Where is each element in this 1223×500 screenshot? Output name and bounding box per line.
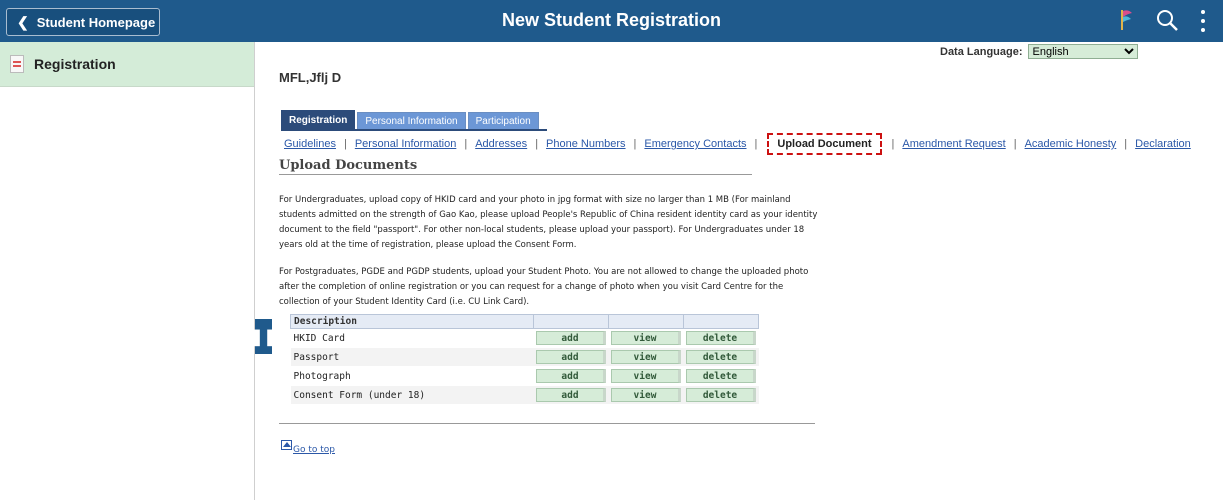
tab-personal-information[interactable]: Personal Information xyxy=(357,112,466,130)
student-name: MFL,Jflj D xyxy=(279,70,342,85)
data-language: Data Language: English xyxy=(940,44,1138,59)
section-title: Upload Documents xyxy=(279,158,418,173)
subnav-declaration[interactable]: Declaration xyxy=(1135,138,1191,150)
delete-button[interactable]: delete xyxy=(686,369,756,383)
main-content: Data Language: English MFL,Jflj D Regist… xyxy=(272,42,1223,500)
sub-navigation: Guidelines | Personal Information | Addr… xyxy=(284,133,1191,155)
document-icon xyxy=(10,55,24,73)
top-header-bar: ❮ Student Homepage New Student Registrat… xyxy=(0,0,1223,42)
subnav-phone-numbers[interactable]: Phone Numbers xyxy=(546,138,626,150)
tab-registration[interactable]: Registration xyxy=(281,110,356,130)
document-description: Consent Form (under 18) xyxy=(290,385,534,405)
subnav-addresses[interactable]: Addresses xyxy=(475,138,527,150)
subnav-emergency-contacts[interactable]: Emergency Contacts xyxy=(644,138,746,150)
delete-button[interactable]: delete xyxy=(686,331,756,345)
delete-button[interactable]: delete xyxy=(686,388,756,402)
page-title: New Student Registration xyxy=(501,10,721,30)
menu-icon[interactable] xyxy=(1199,10,1207,32)
document-description: Photograph xyxy=(290,366,534,386)
instructions-postgraduate: For Postgraduates, PGDE and PGDP student… xyxy=(279,267,809,307)
data-language-select[interactable]: English xyxy=(1027,44,1138,59)
data-language-label: Data Language: xyxy=(940,45,1023,58)
subnav-academic-honesty[interactable]: Academic Honesty xyxy=(1025,138,1117,150)
column-header-description: Description xyxy=(290,314,534,329)
tab-bar: Registration Personal Information Partic… xyxy=(281,110,541,130)
divider xyxy=(279,174,752,175)
go-to-top-label: Go to top xyxy=(293,445,335,455)
document-description: Passport xyxy=(290,347,534,367)
subnav-amendment-request[interactable]: Amendment Request xyxy=(902,138,1005,150)
go-to-top-icon xyxy=(281,440,292,450)
view-button[interactable]: view xyxy=(611,350,681,364)
view-button[interactable]: view xyxy=(611,331,681,345)
tab-participation[interactable]: Participation xyxy=(467,112,539,130)
sidebar: Registration xyxy=(0,42,255,500)
view-button[interactable]: view xyxy=(611,369,681,383)
document-description: HKID Card xyxy=(290,328,534,348)
add-button[interactable]: add xyxy=(536,369,606,383)
add-button[interactable]: add xyxy=(536,331,606,345)
table-row: HKID Card add view delete xyxy=(290,328,759,348)
table-row: Passport add view delete xyxy=(290,347,759,367)
collapse-sidebar-button[interactable]: ❚❚ xyxy=(250,319,277,354)
search-icon[interactable] xyxy=(1155,8,1179,32)
divider xyxy=(279,423,815,424)
tab-underline xyxy=(281,129,547,131)
documents-table: Description HKID Card add view delete Pa… xyxy=(290,314,759,405)
table-row: Consent Form (under 18) add view delete xyxy=(290,385,759,405)
table-row: Photograph add view delete xyxy=(290,366,759,386)
go-to-top-link[interactable]: Go to top xyxy=(281,440,335,455)
table-header-row: Description xyxy=(290,314,759,329)
delete-button[interactable]: delete xyxy=(686,350,756,364)
view-button[interactable]: view xyxy=(611,388,681,402)
flag-icon[interactable] xyxy=(1116,8,1134,32)
add-button[interactable]: add xyxy=(536,388,606,402)
sidebar-item-label: Registration xyxy=(34,56,116,72)
instructions-undergraduate: For Undergraduates, upload copy of HKID … xyxy=(279,195,818,250)
sidebar-item-registration[interactable]: Registration xyxy=(0,42,254,87)
subnav-guidelines[interactable]: Guidelines xyxy=(284,138,336,150)
subnav-upload-document: Upload Document xyxy=(767,133,882,155)
subnav-personal-information[interactable]: Personal Information xyxy=(355,138,457,150)
add-button[interactable]: add xyxy=(536,350,606,364)
